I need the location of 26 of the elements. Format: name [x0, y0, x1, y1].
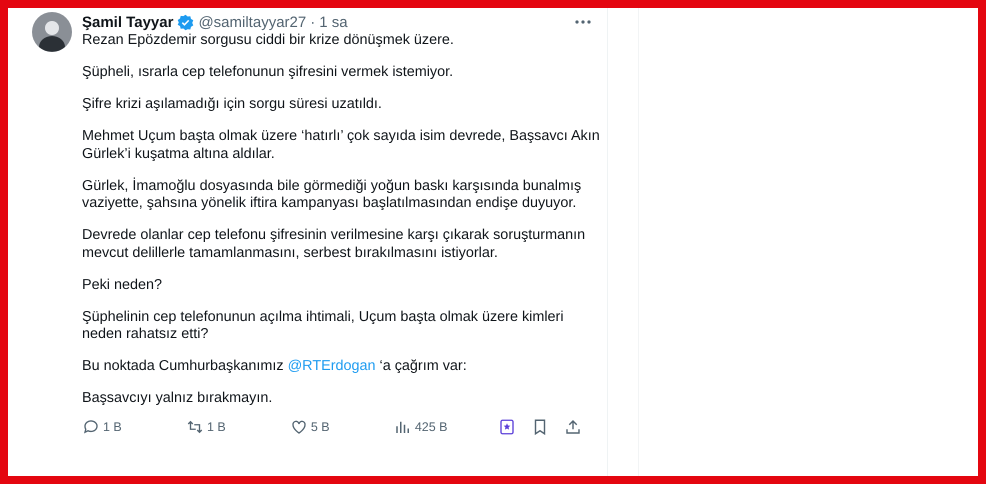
grok-button[interactable]: [498, 418, 516, 436]
repost-button[interactable]: 1 B: [186, 418, 226, 436]
reply-button[interactable]: 1 B: [82, 418, 122, 436]
post-paragraph: Başsavcıyı yalnız bırakmayın.: [82, 390, 274, 408]
views-button[interactable]: 425 B: [394, 418, 448, 436]
post-paragraph: Şüphelinin cep telefonunun açılma ihtimali, Uçum başta olmak üzere kimleri neden rahatsız etti?: [82, 308, 565, 344]
more-icon[interactable]: [575, 20, 591, 24]
post-paragraph: Şüpheli, ısrarla cep telefonunun şifresini vermek istemiyor.: [82, 64, 454, 82]
post-time[interactable]: 1 sa: [319, 14, 348, 30]
post-paragraph: Mehmet Uçum başta olmak üzere ‘hatırlı’ çok sayıda isim devrede, Başsavcı Akın Gürlek’i kuşatma altına aldılar.: [82, 128, 601, 163]
heart-icon: [290, 418, 308, 436]
author-name[interactable]: Şamil Tayyar: [82, 14, 174, 30]
author-handle[interactable]: @samiltayyar27: [198, 14, 306, 30]
post-paragraph: Peki neden?: [82, 276, 164, 294]
like-button[interactable]: 5 B: [290, 418, 330, 436]
post-paragraph: Bu noktada Cumhurbaşkanımız @RTErdogan ‘a çağrım var:: [82, 358, 468, 376]
post-paragraph: Devrede olanlar cep telefonu şifresinin verilmesine karşı çıkarak soruşturmanın mevcut delillerle tamamlanmasını, serbest bırakılmasını istiyorlar.: [82, 227, 586, 262]
post-paragraph: Gürlek, İmamoğlu dosyasında bile görmediği yoğun baskı karşısında bunalmış vaziyette, şahsına yönelik iftira kampanyası başlatılmasından endişe duyuyor.: [82, 178, 582, 212]
post-paragraph: Rezan Epözdemir sorgusu ciddi bir krize dönüşmek üzere.: [82, 32, 455, 50]
share-icon: [564, 418, 582, 436]
separator-dot: ·: [310, 14, 316, 30]
avatar[interactable]: [32, 12, 72, 52]
star-box-icon: [498, 418, 516, 436]
share-button[interactable]: [564, 418, 582, 436]
post-paragraph: Şifre krizi aşılamadığı için sorgu süresi uzatıldı.: [82, 96, 383, 114]
reply-icon: [82, 418, 100, 436]
